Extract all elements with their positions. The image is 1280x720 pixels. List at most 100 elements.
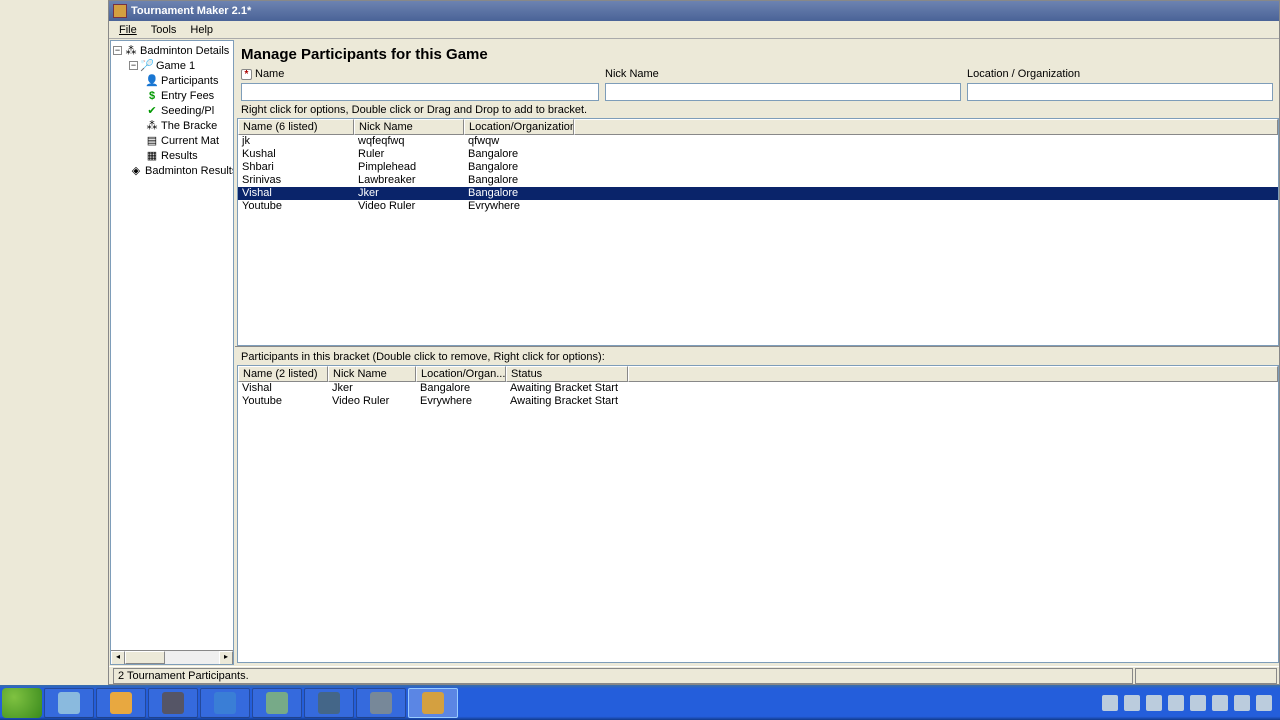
table-row[interactable]: VishalJkerBangalore xyxy=(238,187,1278,200)
cell-nick: Video Ruler xyxy=(328,395,416,408)
diamond-icon: ◈ xyxy=(129,164,143,178)
collapse-icon[interactable]: − xyxy=(113,46,122,55)
list-icon: ▤ xyxy=(145,134,159,148)
tree-item-participants[interactable]: 👤 Participants xyxy=(113,73,233,88)
column-header-nick[interactable]: Nick Name xyxy=(354,119,464,135)
main-pane: Manage Participants for this Game * Name… xyxy=(235,40,1279,665)
tree-root-results[interactable]: ◈ Badminton Results xyxy=(113,163,233,178)
cell-name: Vishal xyxy=(238,382,328,395)
taskbar-item[interactable] xyxy=(96,688,146,718)
taskbar[interactable] xyxy=(0,685,1280,720)
column-header-name[interactable]: Name (2 listed) xyxy=(238,366,328,382)
tree-item-results[interactable]: ▦ Results xyxy=(113,148,233,163)
cell-name: Kushal xyxy=(238,148,354,161)
ie-icon xyxy=(214,692,236,714)
window-title: Tournament Maker 2.1* xyxy=(131,5,251,17)
column-header-loc[interactable]: Location/Organization xyxy=(464,119,574,135)
cell-nick: Jker xyxy=(354,187,464,200)
taskbar-item[interactable] xyxy=(252,688,302,718)
cell-name: Vishal xyxy=(238,187,354,200)
cell-loc: Bangalore xyxy=(464,174,574,187)
cell-name: Shbari xyxy=(238,161,354,174)
app-window: Tournament Maker 2.1* File Tools Help − … xyxy=(108,0,1280,685)
tray-icon[interactable] xyxy=(1168,695,1184,711)
name-label: * Name xyxy=(241,67,599,81)
tray-icon[interactable] xyxy=(1124,695,1140,711)
cell-name: Srinivas xyxy=(238,174,354,187)
taskbar-item[interactable] xyxy=(200,688,250,718)
table-row[interactable]: KushalRulerBangalore xyxy=(238,148,1278,161)
menu-tools[interactable]: Tools xyxy=(145,23,183,37)
tray-icon[interactable] xyxy=(1256,695,1272,711)
taskbar-item[interactable] xyxy=(44,688,94,718)
bracket-section-label: Participants in this bracket (Double cli… xyxy=(235,346,1279,365)
scroll-right-button[interactable]: ▸ xyxy=(219,651,233,665)
tree: − ⁂ Badminton Details − 🏸 Game 1 👤 Parti… xyxy=(111,41,233,178)
tray-icon[interactable] xyxy=(1212,695,1228,711)
taskbar-item[interactable] xyxy=(304,688,354,718)
form-row: * Name Nick Name Location / Organization xyxy=(235,67,1279,101)
nick-input[interactable] xyxy=(605,83,961,101)
tournament-maker-icon xyxy=(422,692,444,714)
media-icon xyxy=(110,692,132,714)
location-input[interactable] xyxy=(967,83,1273,101)
dollar-icon: $ xyxy=(145,89,159,103)
menu-help[interactable]: Help xyxy=(184,23,219,37)
column-header-name[interactable]: Name (6 listed) xyxy=(238,119,354,135)
scroll-thumb[interactable] xyxy=(125,651,165,664)
taskbar-item-active[interactable] xyxy=(408,688,458,718)
menubar: File Tools Help xyxy=(109,21,1279,39)
app-icon xyxy=(162,692,184,714)
taskbar-item[interactable] xyxy=(148,688,198,718)
collapse-icon[interactable]: − xyxy=(129,61,138,70)
tree-item-entry-fees[interactable]: $ Entry Fees xyxy=(113,88,233,103)
taskbar-item[interactable] xyxy=(356,688,406,718)
results-icon: ▦ xyxy=(145,149,159,163)
person-icon: 👤 xyxy=(145,74,159,88)
titlebar[interactable]: Tournament Maker 2.1* xyxy=(109,1,1279,21)
table-row[interactable]: YoutubeVideo RulerEvrywhereAwaiting Brac… xyxy=(238,395,1278,408)
table-row[interactable]: YoutubeVideo RulerEvrywhere xyxy=(238,200,1278,213)
column-header-status[interactable]: Status xyxy=(506,366,628,382)
app-icon xyxy=(113,4,127,18)
table-row[interactable]: SrinivasLawbreakerBangalore xyxy=(238,174,1278,187)
tray-icon[interactable] xyxy=(1146,695,1162,711)
cell-status: Awaiting Bracket Start xyxy=(506,382,628,395)
app-icon xyxy=(370,692,392,714)
cell-loc: Bangalore xyxy=(464,148,574,161)
bracket-list[interactable]: Name (2 listed)Nick NameLocation/Organ..… xyxy=(237,365,1279,663)
menu-file[interactable]: File xyxy=(113,23,143,37)
table-row[interactable]: jkwqfeqfwqqfwqw xyxy=(238,135,1278,148)
cell-name: Youtube xyxy=(238,200,354,213)
column-header-loc[interactable]: Location/Organ... xyxy=(416,366,506,382)
tray-icon[interactable] xyxy=(1234,695,1250,711)
cell-name: jk xyxy=(238,135,354,148)
name-field-group: * Name xyxy=(241,67,599,101)
tree-pane[interactable]: − ⁂ Badminton Details − 🏸 Game 1 👤 Parti… xyxy=(110,40,234,665)
tray-icon[interactable] xyxy=(1190,695,1206,711)
tree-item-bracket[interactable]: ⁂ The Bracke xyxy=(113,118,233,133)
participants-list[interactable]: Name (6 listed)Nick NameLocation/Organiz… xyxy=(237,118,1279,346)
cell-nick: Pimplehead xyxy=(354,161,464,174)
column-header-nick[interactable]: Nick Name xyxy=(328,366,416,382)
tree-root-details[interactable]: − ⁂ Badminton Details xyxy=(113,43,233,58)
start-button[interactable] xyxy=(2,688,42,718)
cell-nick: Lawbreaker xyxy=(354,174,464,187)
cell-loc: Evrywhere xyxy=(464,200,574,213)
table-row[interactable]: ShbariPimpleheadBangalore xyxy=(238,161,1278,174)
status-spacer xyxy=(1135,668,1277,684)
statusbar: 2 Tournament Participants. xyxy=(109,666,1279,684)
scroll-track[interactable] xyxy=(125,651,219,664)
system-tray[interactable] xyxy=(1102,695,1278,711)
scroll-left-button[interactable]: ◂ xyxy=(111,651,125,665)
location-field-group: Location / Organization xyxy=(967,67,1273,101)
tree-game-1[interactable]: − 🏸 Game 1 xyxy=(113,58,233,73)
tree-item-seeding[interactable]: ✔ Seeding/Pl xyxy=(113,103,233,118)
tree-item-current-matches[interactable]: ▤ Current Mat xyxy=(113,133,233,148)
name-input[interactable] xyxy=(241,83,599,101)
cell-loc: Evrywhere xyxy=(416,395,506,408)
tree-horizontal-scrollbar[interactable]: ◂ ▸ xyxy=(111,650,233,664)
tray-icon[interactable] xyxy=(1102,695,1118,711)
table-row[interactable]: VishalJkerBangaloreAwaiting Bracket Star… xyxy=(238,382,1278,395)
column-headers: Name (6 listed)Nick NameLocation/Organiz… xyxy=(238,119,1278,135)
